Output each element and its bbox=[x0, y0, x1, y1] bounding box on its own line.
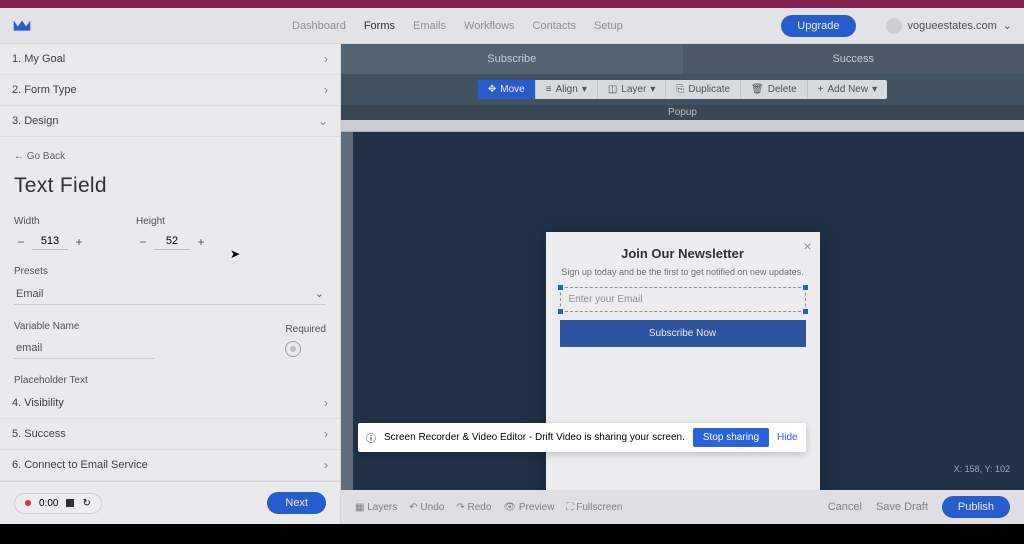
chevron-right-icon: › bbox=[324, 52, 328, 66]
trash-icon: 🗑 bbox=[751, 84, 764, 95]
canvas[interactable]: × Join Our Newsletter Sign up today and … bbox=[341, 132, 1024, 524]
width-decrement[interactable]: − bbox=[14, 235, 28, 249]
upgrade-button[interactable]: Upgrade bbox=[781, 15, 855, 37]
width-increment[interactable]: + bbox=[72, 235, 86, 249]
redo-button[interactable]: ↷ Redo bbox=[456, 502, 491, 513]
width-label: Width bbox=[14, 216, 86, 227]
variable-label: Variable Name bbox=[14, 321, 154, 332]
nav-forms[interactable]: Forms bbox=[364, 20, 395, 32]
height-decrement[interactable]: − bbox=[136, 235, 150, 249]
step-design[interactable]: 3. Design⌄ bbox=[0, 106, 340, 137]
height-increment[interactable]: + bbox=[194, 235, 208, 249]
step-goal[interactable]: 1. My Goal› bbox=[0, 44, 340, 75]
chevron-down-icon: ⌄ bbox=[1003, 19, 1012, 32]
undo-button[interactable]: ↶ Undo bbox=[409, 502, 444, 513]
chevron-right-icon: › bbox=[324, 427, 328, 441]
preview-tabs: Subscribe Success bbox=[341, 44, 1024, 74]
nav-setup[interactable]: Setup bbox=[594, 20, 623, 32]
required-toggle[interactable] bbox=[285, 341, 301, 357]
avatar bbox=[886, 18, 902, 34]
plus-icon: + bbox=[818, 84, 824, 95]
step-connect[interactable]: 6. Connect to Email Service› bbox=[0, 450, 340, 481]
publish-button[interactable]: Publish bbox=[942, 496, 1010, 518]
fullscreen-button[interactable]: ⛶ Fullscreen bbox=[566, 502, 622, 513]
ruler-horizontal bbox=[341, 120, 1024, 132]
right-panel: Subscribe Success ✥Move ≡Align ▾ ◫Layer … bbox=[341, 44, 1024, 524]
tool-align[interactable]: ≡Align ▾ bbox=[536, 80, 598, 99]
presets-select[interactable]: Email ⌄ bbox=[14, 283, 326, 305]
top-header: Dashboard Forms Emails Workflows Contact… bbox=[0, 8, 1024, 44]
cursor: ➤ bbox=[230, 247, 240, 261]
placeholder-label: Placeholder Text bbox=[14, 375, 326, 386]
go-back-link[interactable]: ← Go Back bbox=[14, 147, 326, 166]
recording-bar[interactable]: 0:00 ↻ bbox=[14, 493, 102, 514]
refresh-icon[interactable]: ↻ bbox=[82, 498, 90, 509]
next-button[interactable]: Next bbox=[267, 492, 326, 514]
close-icon[interactable]: × bbox=[803, 238, 811, 254]
left-panel: 1. My Goal› 2. Form Type› 3. Design⌄ ← G… bbox=[0, 44, 341, 524]
nav-contacts[interactable]: Contacts bbox=[533, 20, 576, 32]
record-icon bbox=[25, 500, 31, 506]
popup-email-field[interactable]: Enter your Email bbox=[560, 287, 806, 312]
tool-add-new[interactable]: +Add New ▾ bbox=[808, 80, 887, 99]
site-dropdown[interactable]: vogueestates.com ⌄ bbox=[886, 18, 1013, 34]
layer-icon: ◫ bbox=[608, 84, 617, 95]
rec-time: 0:00 bbox=[39, 498, 58, 509]
newsletter-popup[interactable]: × Join Our Newsletter Sign up today and … bbox=[546, 232, 820, 524]
align-icon: ≡ bbox=[546, 84, 552, 95]
height-label: Height bbox=[136, 216, 208, 227]
hide-button[interactable]: Hide bbox=[777, 432, 798, 443]
move-icon: ✥ bbox=[488, 84, 496, 95]
cancel-button[interactable]: Cancel bbox=[828, 501, 862, 513]
popup-subscribe-button[interactable]: Subscribe Now bbox=[560, 320, 806, 347]
tab-success[interactable]: Success bbox=[683, 44, 1024, 74]
tab-subscribe[interactable]: Subscribe bbox=[341, 44, 683, 74]
presets-label: Presets bbox=[14, 266, 326, 277]
width-input[interactable] bbox=[32, 233, 68, 250]
required-label: Required bbox=[285, 324, 326, 335]
design-panel: ← Go Back Text Field Width − + Height bbox=[0, 137, 340, 388]
nav-emails[interactable]: Emails bbox=[413, 20, 446, 32]
bottom-black-bar bbox=[0, 524, 1024, 544]
popup-label: Popup bbox=[341, 105, 1024, 120]
stop-icon[interactable] bbox=[66, 499, 74, 507]
logo-icon bbox=[12, 19, 32, 33]
nav-workflows[interactable]: Workflows bbox=[464, 20, 515, 32]
chevron-right-icon: › bbox=[324, 83, 328, 97]
tool-duplicate[interactable]: ⎘Duplicate bbox=[666, 80, 741, 99]
height-input[interactable] bbox=[154, 233, 190, 250]
section-title: Text Field bbox=[14, 174, 326, 198]
stop-sharing-button[interactable]: Stop sharing bbox=[693, 428, 769, 447]
coordinates-display: X: 158, Y: 102 bbox=[954, 464, 1010, 474]
layers-button[interactable]: ▦ Layers bbox=[355, 502, 397, 513]
info-icon: ⓘ bbox=[366, 430, 376, 445]
tool-move[interactable]: ✥Move bbox=[478, 80, 536, 99]
save-draft-button[interactable]: Save Draft bbox=[876, 501, 928, 513]
chevron-right-icon: › bbox=[324, 458, 328, 472]
step-visibility[interactable]: 4. Visibility› bbox=[0, 388, 340, 419]
chevron-down-icon: ⌄ bbox=[315, 287, 324, 300]
tool-delete[interactable]: 🗑Delete bbox=[741, 80, 808, 99]
preview-button[interactable]: 👁 Preview bbox=[503, 502, 554, 513]
chevron-down-icon: ⌄ bbox=[318, 114, 328, 128]
tool-layer[interactable]: ◫Layer ▾ bbox=[598, 80, 667, 99]
editor-toolbar: ✥Move ≡Align ▾ ◫Layer ▾ ⎘Duplicate 🗑Dele… bbox=[341, 74, 1024, 105]
step-form-type[interactable]: 2. Form Type› bbox=[0, 75, 340, 106]
nav-dashboard[interactable]: Dashboard bbox=[292, 20, 346, 32]
screen-share-notification: ⓘ Screen Recorder & Video Editor - Drift… bbox=[358, 423, 806, 452]
promo-bar bbox=[0, 0, 1024, 8]
popup-subtitle[interactable]: Sign up today and be the first to get no… bbox=[560, 267, 806, 277]
share-text: Screen Recorder & Video Editor - Drift V… bbox=[384, 432, 685, 443]
main-nav: Dashboard Forms Emails Workflows Contact… bbox=[292, 20, 623, 32]
duplicate-icon: ⎘ bbox=[676, 84, 684, 95]
variable-input[interactable] bbox=[14, 338, 154, 359]
chevron-right-icon: › bbox=[324, 396, 328, 410]
step-success[interactable]: 5. Success› bbox=[0, 419, 340, 450]
canvas-footer: ▦ Layers ↶ Undo ↷ Redo 👁 Preview ⛶ Fulls… bbox=[341, 490, 1024, 524]
popup-title[interactable]: Join Our Newsletter bbox=[560, 246, 806, 261]
